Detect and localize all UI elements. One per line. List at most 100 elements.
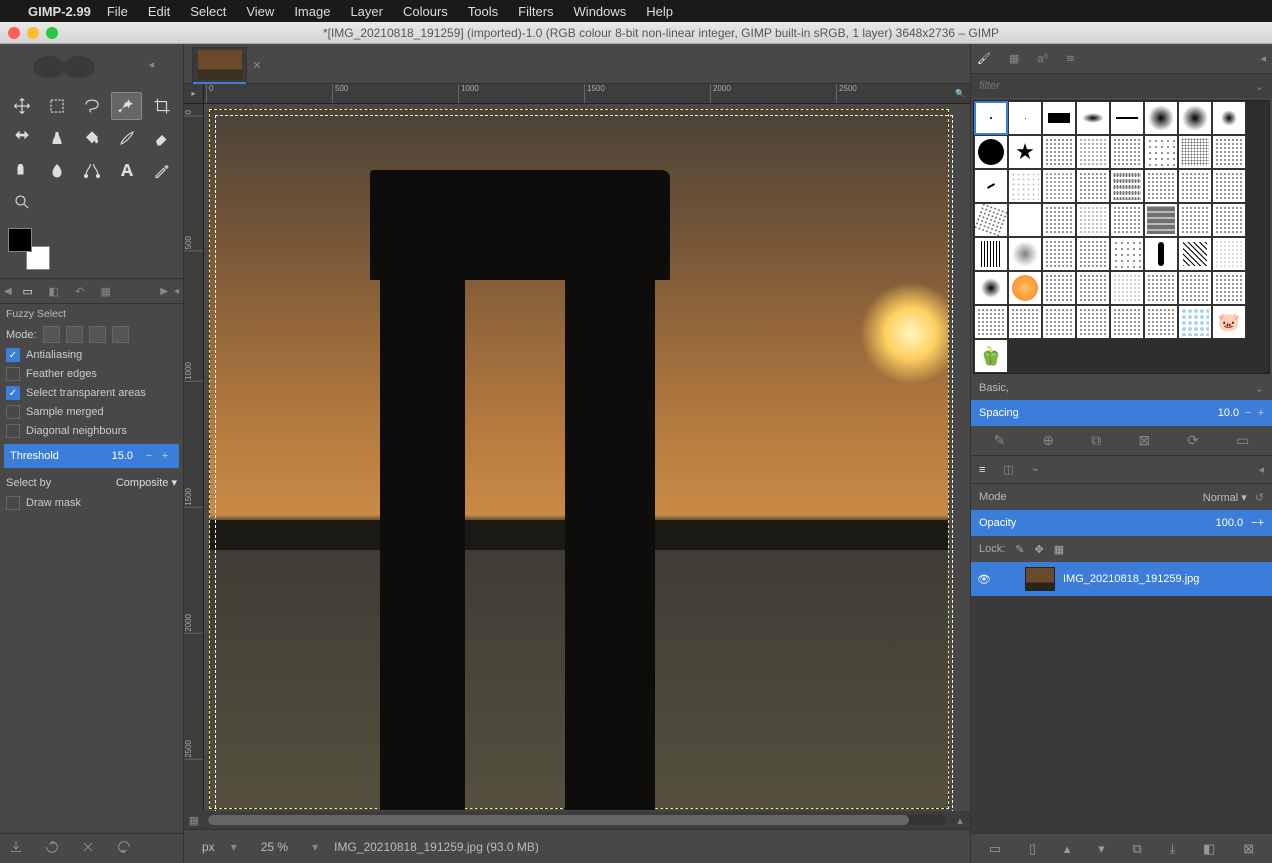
unit-dropdown[interactable]: px [196,838,221,856]
brush-item[interactable] [1076,203,1110,237]
menu-layer[interactable]: Layer [350,4,383,19]
selectby-dropdown[interactable]: Composite ▾ [116,476,177,489]
menu-select[interactable]: Select [190,4,226,19]
eraser-tool[interactable] [146,124,177,152]
text-tool[interactable] [111,156,142,184]
dock-menu-icon[interactable]: ◂ [149,58,155,71]
new-group-icon[interactable]: ▯ [1029,841,1036,857]
brush-item[interactable] [1110,271,1144,305]
fonts-tab-icon[interactable]: a⁰ [1037,52,1048,65]
patterns-tab-icon[interactable]: ▦ [1009,52,1019,65]
brush-item[interactable] [974,169,1008,203]
images-tab[interactable]: ▦ [96,281,116,301]
save-options-icon[interactable] [8,839,24,858]
menu-colours[interactable]: Colours [403,4,448,19]
menu-edit[interactable]: Edit [148,4,170,19]
menu-windows[interactable]: Windows [574,4,627,19]
brush-item[interactable] [1178,101,1212,135]
brush-item[interactable] [1212,237,1246,271]
brush-item[interactable] [1008,101,1042,135]
transparent-checkbox[interactable]: ✓ [6,386,20,400]
sample-merged-checkbox[interactable] [6,405,20,419]
brush-item[interactable] [1110,101,1144,135]
brush-item[interactable] [974,135,1008,169]
duplicate-layer-icon[interactable]: ⧉ [1132,841,1141,857]
tab-menu[interactable]: ◂ [174,286,179,297]
brush-item[interactable] [1144,101,1178,135]
tab-next[interactable]: ▶ [160,286,168,297]
bucket-tool[interactable] [76,124,107,152]
brush-item[interactable] [1076,305,1110,339]
lock-pixels-icon[interactable]: ✎ [1015,543,1024,556]
history-tab-icon[interactable]: ≋ [1066,52,1075,65]
mode-reset-icon[interactable]: ↺ [1255,491,1264,504]
chevron-down-icon[interactable]: ⌄ [1255,80,1264,93]
delete-layer-icon[interactable]: ⊠ [1243,841,1254,857]
brush-item[interactable] [974,271,1008,305]
feather-checkbox[interactable] [6,367,20,381]
undo-tab[interactable]: ↶ [70,281,90,301]
image-tab-close[interactable]: ✕ [247,47,267,83]
brush-item[interactable] [1042,305,1076,339]
zoom-tool[interactable] [6,188,37,216]
brush-item[interactable] [1042,101,1076,135]
close-button[interactable] [8,27,20,39]
brush-item[interactable] [1008,237,1042,271]
layer-thumbnail[interactable] [1025,567,1055,591]
lock-alpha-icon[interactable]: ▦ [1054,543,1064,556]
mask-layer-icon[interactable]: ◧ [1203,841,1215,857]
drawmask-checkbox[interactable] [6,496,20,510]
layer-item[interactable]: 👁 IMG_20210818_191259.jpg [971,562,1272,596]
image-tab[interactable] [192,47,247,83]
lock-position-icon[interactable]: ✥ [1035,543,1044,556]
brush-item[interactable] [1212,203,1246,237]
brush-filter-input[interactable] [979,80,1255,92]
brush-item[interactable] [1110,203,1144,237]
smudge-tool[interactable] [41,156,72,184]
brush-item[interactable] [1110,169,1144,203]
refresh-brush-icon[interactable]: ⟳ [1187,432,1199,449]
reset-options-icon[interactable] [116,839,132,858]
brush-item[interactable] [1076,237,1110,271]
opacity-slider[interactable]: Opacity 100.0 − + [971,510,1272,536]
duplicate-brush-icon[interactable]: ⧉ [1091,432,1101,449]
brush-item[interactable] [1076,169,1110,203]
delete-options-icon[interactable] [80,839,96,858]
brush-item[interactable] [1178,135,1212,169]
lower-layer-icon[interactable]: ▾ [1098,841,1105,857]
ruler-vertical[interactable]: 0 500 1000 1500 2000 2500 [184,104,204,811]
canvas[interactable] [204,104,970,811]
device-tab[interactable]: ◧ [44,281,64,301]
mode-intersect-icon[interactable] [112,326,129,343]
threshold-slider[interactable]: Threshold 15.0 −+ [4,444,179,468]
spacing-minus[interactable]: − [1245,407,1251,419]
spacing-plus[interactable]: + [1258,407,1264,419]
layers-tab-icon[interactable]: ≡ [979,464,985,476]
h-scrollbar[interactable]: ▦ ▴ [184,811,970,829]
tab-menu-icon[interactable]: ◂ [1260,52,1266,65]
crop-tool[interactable] [146,92,177,120]
open-brush-icon[interactable]: ▭ [1236,432,1249,449]
brush-item[interactable] [1178,305,1212,339]
chevron-down-icon[interactable]: ▾ [231,840,237,854]
brush-item[interactable] [1212,135,1246,169]
merge-layer-icon[interactable]: ⤓ [1170,841,1176,857]
diagonal-checkbox[interactable] [6,424,20,438]
tab-prev[interactable]: ◀ [4,286,12,297]
menu-image[interactable]: Image [294,4,330,19]
menu-tools[interactable]: Tools [468,4,498,19]
ruler-origin[interactable]: ▸ [184,84,204,103]
brush-item[interactable] [1042,169,1076,203]
mode-dropdown[interactable]: Normal ▾ [1203,491,1247,504]
mode-replace-icon[interactable] [43,326,60,343]
raise-layer-icon[interactable]: ▴ [1064,841,1071,857]
new-layer-icon[interactable]: ▭ [989,841,1001,857]
maximize-button[interactable] [46,27,58,39]
mode-add-icon[interactable] [66,326,83,343]
fuzzy-select-tool[interactable] [111,92,142,120]
brush-item[interactable] [1110,237,1144,271]
layer-visibility-icon[interactable]: 👁 [977,573,991,586]
brush-item[interactable] [1008,169,1042,203]
chevron-down-icon[interactable]: ⌄ [1255,382,1264,395]
zoom-dropdown[interactable]: 25 % [247,838,302,856]
